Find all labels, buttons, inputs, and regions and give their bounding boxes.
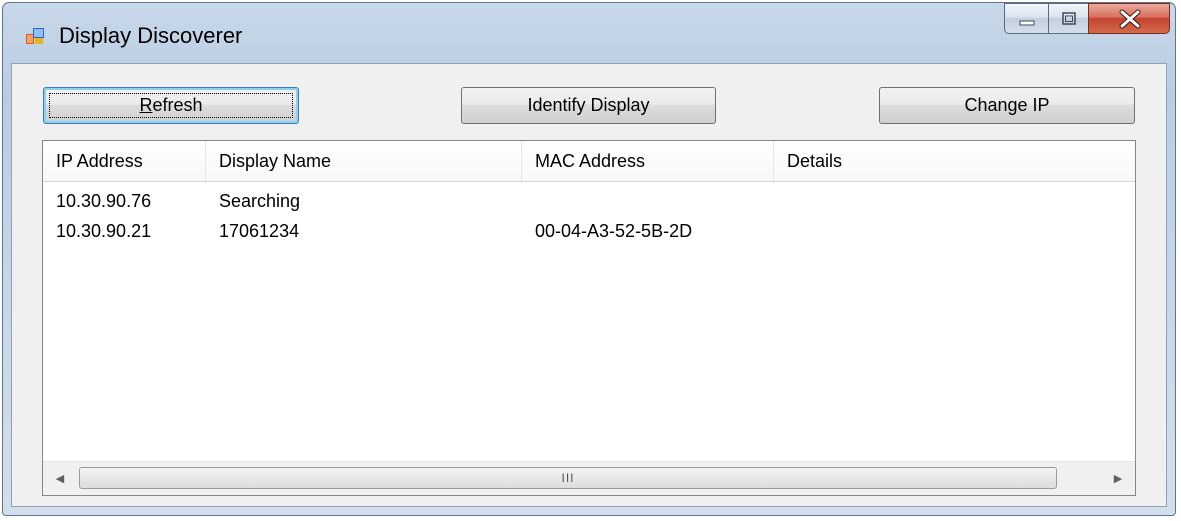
scroll-right-arrow-icon[interactable]: ▶ — [1101, 462, 1135, 496]
app-window: Display Discoverer Refresh Identify Disp… — [2, 2, 1176, 516]
table-row[interactable]: 10.30.90.21 17061234 00-04-A3-52-5B-2D — [43, 217, 1135, 245]
cell-display-name: Searching — [219, 191, 301, 211]
list-header: IP Address Display Name MAC Address Deta… — [43, 141, 1135, 182]
cell-display-name: 17061234 — [219, 221, 300, 241]
maximize-icon — [1062, 12, 1076, 25]
cell-ip-address: 10.30.90.21 — [56, 221, 152, 241]
display-list[interactable]: IP Address Display Name MAC Address Deta… — [42, 140, 1136, 496]
minimize-icon — [1019, 20, 1035, 26]
horizontal-scrollbar[interactable]: ◀ III ▶ — [43, 461, 1135, 495]
column-header-details[interactable]: Details — [774, 141, 1136, 181]
cell-ip-address: 10.30.90.76 — [56, 191, 152, 211]
column-header-display-name[interactable]: Display Name — [206, 141, 522, 181]
refresh-button[interactable]: Refresh — [43, 87, 299, 124]
column-header-mac-address[interactable]: MAC Address — [522, 141, 774, 181]
identify-display-button[interactable]: Identify Display — [461, 87, 716, 124]
close-icon — [1119, 9, 1141, 29]
caption-buttons — [1004, 3, 1170, 37]
title-bar[interactable]: Display Discoverer — [3, 3, 1175, 63]
scroll-left-arrow-icon[interactable]: ◀ — [43, 462, 77, 496]
column-header-ip-address[interactable]: IP Address — [43, 141, 206, 181]
scrollbar-thumb[interactable]: III — [79, 467, 1057, 489]
window-title: Display Discoverer — [59, 23, 243, 48]
cell-mac-address: 00-04-A3-52-5B-2D — [535, 221, 693, 241]
refresh-label: R — [139, 95, 153, 115]
close-button[interactable] — [1088, 3, 1170, 34]
client-area: Refresh Identify Display Change IP IP Ad… — [11, 63, 1167, 507]
scrollbar-grip: III — [561, 471, 575, 485]
window-app-icon — [26, 28, 44, 44]
minimize-button[interactable] — [1004, 3, 1048, 34]
change-ip-button[interactable]: Change IP — [879, 87, 1135, 124]
maximize-button[interactable] — [1048, 3, 1088, 34]
refresh-label-rest: efresh — [152, 95, 203, 115]
table-row[interactable]: 10.30.90.76 Searching — [43, 187, 1135, 215]
